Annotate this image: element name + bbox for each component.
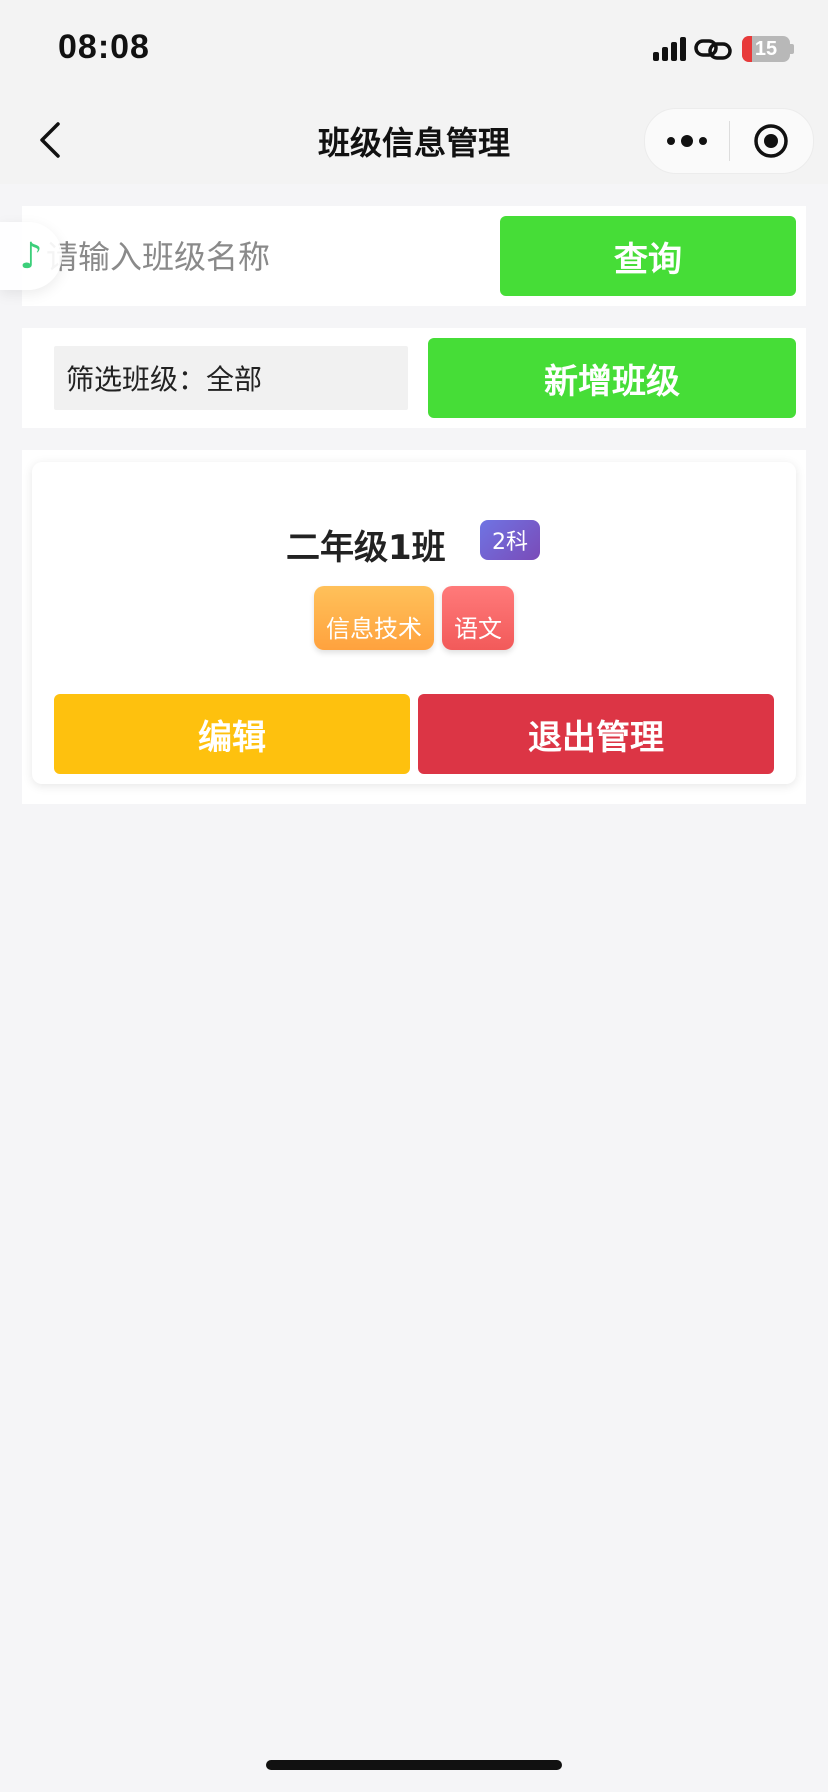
query-button[interactable]: 查询 bbox=[500, 216, 796, 296]
subject-count-badge: 2科 bbox=[480, 520, 540, 560]
status-bar: 08:08 15 bbox=[0, 0, 828, 96]
more-button[interactable] bbox=[645, 109, 729, 173]
record-icon bbox=[754, 124, 788, 158]
filter-card: 筛选班级：全部 新增班级 bbox=[22, 328, 806, 428]
add-class-button[interactable]: 新增班级 bbox=[428, 338, 796, 418]
battery-level: 15 bbox=[754, 37, 778, 60]
music-note-icon: ♪ bbox=[19, 235, 43, 277]
mini-program-capsule bbox=[644, 108, 814, 174]
subject-tag: 语文 bbox=[442, 586, 514, 650]
class-list: 二年级1班 2科 信息技术 语文 编辑 退出管理 bbox=[22, 450, 806, 804]
class-filter-select[interactable]: 筛选班级：全部 bbox=[54, 346, 408, 410]
more-icon bbox=[666, 135, 707, 147]
class-name: 二年级1班 bbox=[286, 528, 446, 568]
signal-icon bbox=[653, 37, 686, 61]
status-time: 08:08 bbox=[58, 28, 150, 66]
nav-bar: 班级信息管理 bbox=[0, 96, 828, 184]
close-button[interactable] bbox=[730, 109, 814, 173]
subject-tag: 信息技术 bbox=[314, 586, 434, 650]
status-icons: 15 bbox=[653, 34, 794, 64]
class-card: 二年级1班 2科 信息技术 语文 编辑 退出管理 bbox=[32, 462, 796, 784]
search-card: 查询 bbox=[22, 206, 806, 306]
search-input[interactable] bbox=[44, 228, 488, 286]
exit-management-button[interactable]: 退出管理 bbox=[418, 694, 774, 774]
home-indicator bbox=[266, 1760, 562, 1770]
edit-button[interactable]: 编辑 bbox=[54, 694, 410, 774]
battery-icon: 15 bbox=[742, 36, 794, 62]
link-icon bbox=[694, 39, 732, 60]
